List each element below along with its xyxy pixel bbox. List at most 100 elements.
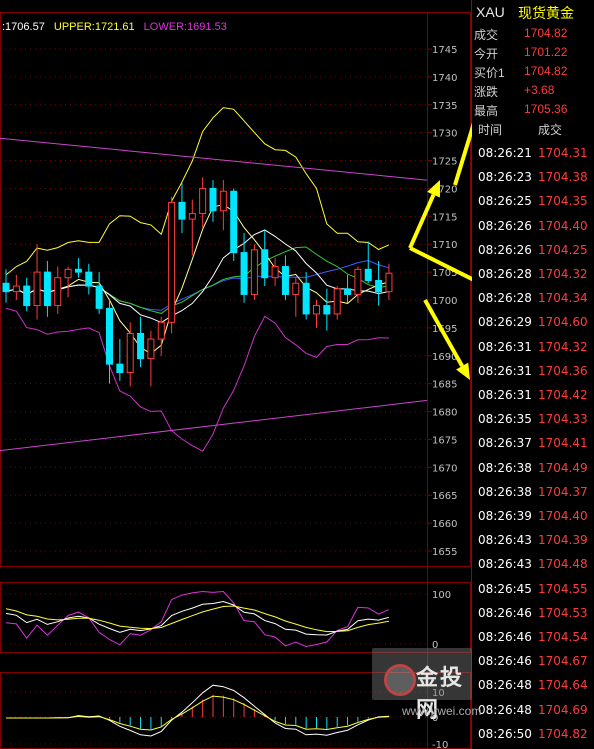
candle-body — [147, 338, 155, 360]
candle-body — [344, 288, 352, 295]
tick-row[interactable]: 08:26:29 1704.60 — [472, 311, 594, 335]
candle-body — [323, 305, 331, 315]
osc2-axis-label: -10 — [432, 740, 448, 749]
tick-row[interactable]: 08:26:38 1704.37 — [472, 481, 594, 505]
symbol-name: 现货黄金 — [518, 5, 574, 21]
watermark-url: www.jrwei.com — [402, 704, 482, 718]
tick-row[interactable]: 08:26:31 1704.42 — [472, 384, 594, 408]
tick-row[interactable]: 08:26:23 1704.38 — [472, 166, 594, 190]
candle-body — [137, 332, 145, 360]
candle-body — [188, 213, 196, 220]
price-axis-label: 1730 — [432, 129, 457, 140]
price-axis-label: 1715 — [432, 212, 457, 223]
tick-price: 1704.38 — [538, 170, 588, 185]
quote-row: 成交 1704.82 — [472, 24, 594, 43]
tick-row[interactable]: 08:26:31 1704.36 — [472, 360, 594, 384]
quote-value: 1705.36 — [524, 102, 568, 116]
tick-price: 1704.34 — [538, 291, 588, 306]
tick-price: 1704.49 — [538, 460, 588, 475]
quote-label: 成交 — [474, 28, 499, 42]
price-axis-label: 1675 — [432, 435, 457, 446]
tick-time: 08:26:21 — [478, 146, 532, 160]
tick-time: 08:26:46 — [478, 630, 532, 644]
tick-price: 1704.42 — [538, 388, 588, 402]
tick-row[interactable]: 08:26:39 1704.40 — [472, 505, 594, 529]
tick-row[interactable]: 08:26:37 1704.41 — [472, 432, 594, 456]
arrow-up-small-icon-shaft — [408, 193, 436, 249]
candle-body — [302, 282, 310, 315]
quote-row: 今开 1701.22 — [472, 43, 594, 62]
legend-mid: :1706.57 — [2, 21, 45, 33]
kline-chart[interactable]: 1745174017351730172517201715171017051700… — [0, 0, 472, 749]
candle-body — [168, 201, 176, 323]
price-axis-label: 1745 — [432, 45, 457, 56]
candle-body — [271, 266, 279, 279]
tick-row[interactable]: 08:26:48 1704.64 — [472, 674, 594, 698]
tick-row[interactable]: 08:26:48 1704.69 — [472, 699, 594, 723]
tick-row[interactable]: 08:26:25 1704.35 — [472, 190, 594, 214]
tick-time: 08:26:29 — [478, 315, 532, 330]
tick-row[interactable]: 08:26:26 1704.25 — [472, 239, 594, 263]
candle-body — [54, 277, 62, 307]
quote-panel: XAU 现货黄金 成交 1704.82 今开 1701.22 买价1 1704.82 涨跌 +… — [472, 0, 594, 749]
tick-row[interactable]: 08:26:38 1704.49 — [472, 457, 594, 481]
indicator-legend: :1706.57 UPPER:1721.61 LOWER:1691.53 — [2, 21, 233, 33]
ma-line-green — [5, 246, 389, 314]
tick-time: 08:26:37 — [478, 436, 532, 451]
trendline-upper — [0, 137, 428, 181]
tick-row[interactable]: 08:26:35 1704.33 — [472, 408, 594, 432]
ticks-header: 时间 成交 — [472, 118, 594, 140]
tick-row[interactable]: 08:26:28 1704.32 — [472, 263, 594, 287]
price-axis-label: 1710 — [432, 240, 457, 251]
tick-price: 1704.31 — [538, 146, 588, 160]
ticks-header-time: 时间 — [478, 123, 503, 137]
tick-price: 1704.39 — [538, 533, 588, 548]
tick-time: 08:26:43 — [478, 533, 532, 548]
candle-body — [23, 285, 31, 307]
quote-value: 1701.22 — [524, 45, 568, 59]
tick-time: 08:26:31 — [478, 339, 532, 354]
candle-body — [64, 268, 72, 279]
candle-body — [333, 288, 341, 315]
tick-price: 1704.41 — [538, 436, 588, 451]
tick-price: 1704.40 — [538, 509, 588, 523]
candle-body — [106, 307, 113, 365]
candle-body — [385, 272, 393, 293]
candle-body — [364, 268, 372, 281]
tick-row[interactable]: 08:26:43 1704.48 — [472, 553, 594, 577]
quote-label: 买价1 — [474, 66, 505, 80]
quote-label: 今开 — [474, 47, 499, 61]
trendline-lower — [0, 399, 428, 452]
price-axis-label: 1740 — [432, 73, 457, 84]
osc2-dea-line — [6, 695, 389, 731]
tick-row[interactable]: 08:26:28 1704.34 — [472, 287, 594, 311]
price-axis-label: 1660 — [432, 519, 457, 530]
ticks-header-price: 成交 — [538, 123, 563, 137]
osc1-k-line — [5, 600, 390, 636]
tick-row[interactable]: 08:26:45 1704.55 — [472, 578, 594, 602]
tick-row[interactable]: 08:26:46 1704.67 — [472, 650, 594, 674]
tick-time: 08:26:48 — [478, 702, 532, 717]
osc1-d-line — [5, 605, 389, 633]
candle-body — [178, 201, 186, 220]
tick-row[interactable]: 08:26:21 1704.31 — [472, 142, 594, 166]
candle-body — [116, 363, 124, 374]
tick-row[interactable]: 08:26:31 1704.32 — [472, 336, 594, 360]
tick-row[interactable]: 08:26:50 1704.82 — [472, 723, 594, 747]
candle-body — [281, 266, 289, 295]
quote-value: 1704.82 — [524, 64, 568, 78]
tick-row[interactable]: 08:26:26 1704.40 — [472, 215, 594, 239]
ma-line-blue — [5, 259, 390, 311]
candle-body — [12, 285, 20, 293]
tick-row[interactable]: 08:26:43 1704.39 — [472, 529, 594, 553]
tick-row[interactable]: 08:26:46 1704.53 — [472, 602, 594, 626]
tick-price: 1704.40 — [538, 218, 588, 233]
tick-time: 08:26:28 — [478, 267, 532, 281]
tick-price: 1704.25 — [538, 242, 588, 257]
price-axis-label: 1680 — [432, 408, 457, 419]
boll-upper-line — [5, 107, 390, 276]
tick-price: 1704.33 — [538, 412, 588, 427]
tick-row[interactable]: 08:26:46 1704.54 — [472, 626, 594, 650]
candle-body — [199, 187, 207, 215]
tick-time: 08:26:38 — [478, 484, 532, 499]
